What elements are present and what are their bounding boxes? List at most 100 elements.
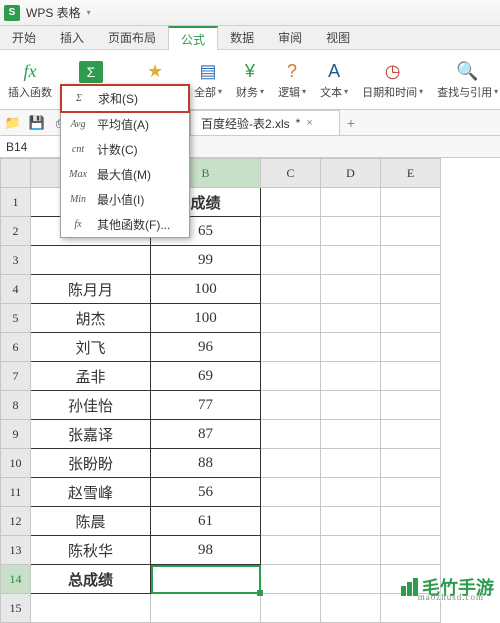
row-header[interactable]: 10 [1, 449, 31, 478]
ribbon-lookup[interactable]: 🔍 查找与引用▾ [433, 52, 500, 107]
row-header[interactable]: 1 [1, 188, 31, 217]
close-tab-icon[interactable]: × [306, 117, 312, 129]
cell[interactable] [321, 391, 381, 420]
cell[interactable] [381, 275, 441, 304]
dd-item-max[interactable]: Max 最大值(M) [61, 162, 189, 187]
cell[interactable]: 张盼盼 [31, 449, 151, 478]
cell[interactable] [381, 507, 441, 536]
cell[interactable] [381, 536, 441, 565]
tab-data[interactable]: 数据 [218, 26, 266, 49]
row-header[interactable]: 2 [1, 217, 31, 246]
save-icon[interactable]: 💾 [28, 114, 46, 132]
select-all-corner[interactable] [1, 159, 31, 188]
cell[interactable] [151, 594, 261, 623]
cell[interactable] [321, 362, 381, 391]
ribbon-insert-function[interactable]: fx 插入函数 [4, 52, 56, 107]
row-header[interactable]: 5 [1, 304, 31, 333]
cell[interactable]: 96 [151, 333, 261, 362]
tab-review[interactable]: 审阅 [266, 26, 314, 49]
cell[interactable] [381, 188, 441, 217]
cell[interactable] [261, 594, 321, 623]
cell[interactable] [261, 565, 321, 594]
row-header[interactable]: 6 [1, 333, 31, 362]
dd-item-average[interactable]: Avg 平均值(A) [61, 112, 189, 137]
row-header[interactable]: 7 [1, 362, 31, 391]
cell[interactable] [381, 217, 441, 246]
fill-handle[interactable] [257, 590, 263, 596]
cell[interactable]: 赵雪峰 [31, 478, 151, 507]
cell[interactable] [321, 565, 381, 594]
cell[interactable] [261, 304, 321, 333]
cell[interactable] [321, 594, 381, 623]
cell[interactable] [31, 246, 151, 275]
cell[interactable]: 陈秋华 [31, 536, 151, 565]
cell[interactable] [261, 478, 321, 507]
cell[interactable] [321, 478, 381, 507]
col-header-D[interactable]: D [321, 159, 381, 188]
cell[interactable]: 56 [151, 478, 261, 507]
cell[interactable] [321, 188, 381, 217]
dd-item-sum[interactable]: Σ 求和(S) [60, 84, 190, 113]
row-header[interactable]: 15 [1, 594, 31, 623]
cell[interactable]: 87 [151, 420, 261, 449]
cell[interactable] [381, 333, 441, 362]
cell[interactable]: 胡杰 [31, 304, 151, 333]
document-tab[interactable]: 百度经验-表2.xls * × [190, 110, 340, 135]
cell[interactable] [321, 507, 381, 536]
ribbon-datetime[interactable]: ◷ 日期和时间▾ [358, 52, 427, 107]
cell[interactable]: 88 [151, 449, 261, 478]
cell[interactable] [321, 304, 381, 333]
cell[interactable] [381, 362, 441, 391]
cell[interactable]: 77 [151, 391, 261, 420]
cell[interactable] [321, 217, 381, 246]
cell[interactable] [321, 333, 381, 362]
cell[interactable] [381, 246, 441, 275]
cell[interactable] [261, 188, 321, 217]
row-header[interactable]: 11 [1, 478, 31, 507]
cell[interactable]: 刘飞 [31, 333, 151, 362]
dd-item-count[interactable]: cnt 计数(C) [61, 137, 189, 162]
row-header[interactable]: 8 [1, 391, 31, 420]
cell[interactable] [381, 449, 441, 478]
row-header[interactable]: 13 [1, 536, 31, 565]
tab-home[interactable]: 开始 [0, 26, 48, 49]
cell[interactable]: 98 [151, 536, 261, 565]
cell[interactable] [381, 478, 441, 507]
ribbon-logic[interactable]: ? 逻辑▾ [274, 52, 310, 107]
cell[interactable] [261, 333, 321, 362]
row-header[interactable]: 4 [1, 275, 31, 304]
cell[interactable] [261, 391, 321, 420]
cell[interactable]: 100 [151, 275, 261, 304]
cell[interactable] [31, 594, 151, 623]
new-tab-button[interactable]: + [340, 110, 362, 135]
cell[interactable] [321, 275, 381, 304]
cell[interactable] [381, 304, 441, 333]
cell[interactable] [321, 449, 381, 478]
cell[interactable]: 61 [151, 507, 261, 536]
titlebar-caret-icon[interactable]: ▾ [87, 8, 91, 17]
row-header[interactable]: 12 [1, 507, 31, 536]
cell[interactable]: 陈晨 [31, 507, 151, 536]
dd-item-min[interactable]: Min 最小值(I) [61, 187, 189, 212]
cell[interactable] [261, 275, 321, 304]
cell[interactable]: 孙佳怡 [31, 391, 151, 420]
tab-page-layout[interactable]: 页面布局 [96, 26, 168, 49]
cell[interactable] [261, 420, 321, 449]
cell[interactable]: 69 [151, 362, 261, 391]
active-cell-B14[interactable] [151, 565, 261, 594]
dd-item-more-fn[interactable]: fx 其他函数(F)... [61, 212, 189, 237]
col-header-C[interactable]: C [261, 159, 321, 188]
cell[interactable] [261, 536, 321, 565]
cell[interactable] [321, 536, 381, 565]
cell[interactable] [321, 246, 381, 275]
row-header[interactable]: 3 [1, 246, 31, 275]
cell[interactable] [261, 507, 321, 536]
cell[interactable] [381, 391, 441, 420]
cell[interactable] [321, 420, 381, 449]
cell[interactable]: 100 [151, 304, 261, 333]
tab-insert[interactable]: 插入 [48, 26, 96, 49]
cell[interactable] [381, 420, 441, 449]
cell[interactable]: 陈月月 [31, 275, 151, 304]
cell[interactable] [261, 246, 321, 275]
tab-view[interactable]: 视图 [314, 26, 362, 49]
